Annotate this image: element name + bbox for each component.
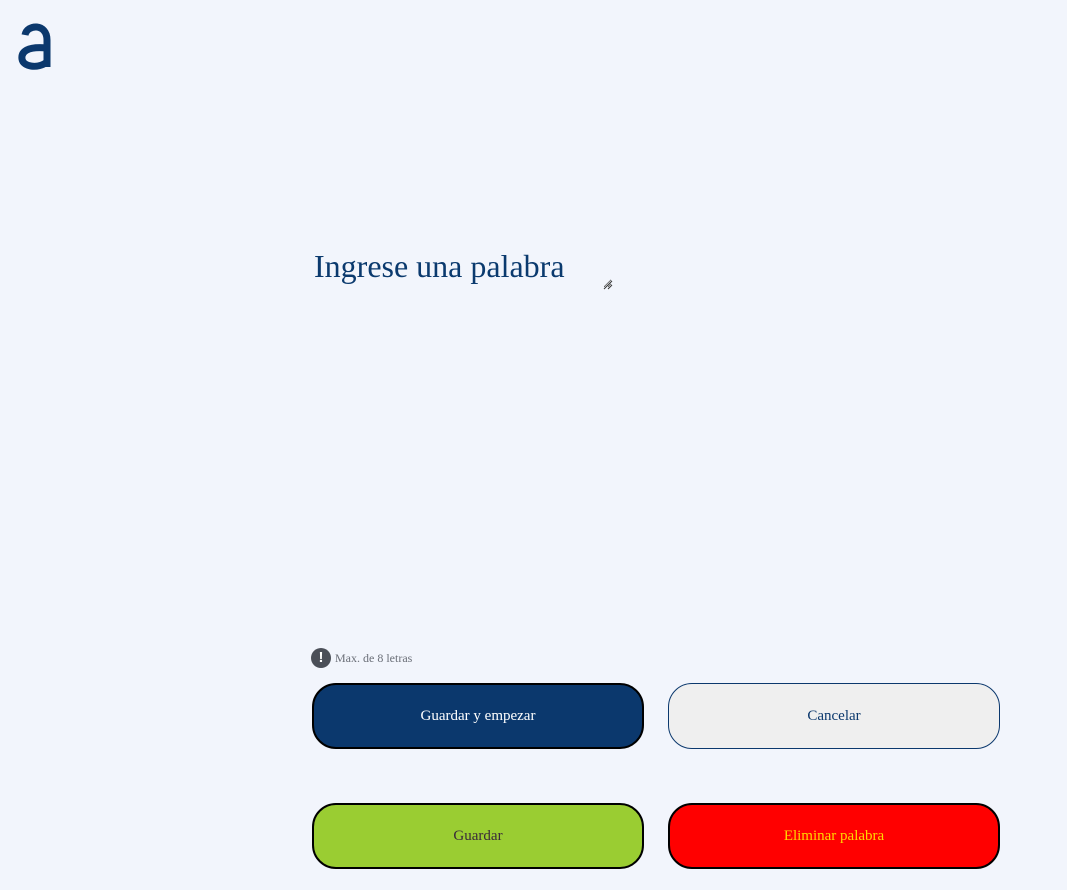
- save-and-start-button[interactable]: Guardar y empezar: [312, 683, 644, 749]
- exclamation-icon: !: [311, 648, 331, 668]
- delete-word-button[interactable]: Eliminar palabra: [668, 803, 1000, 869]
- word-length-hint: ! Max. de 8 letras: [311, 647, 412, 669]
- word-input[interactable]: [312, 244, 612, 288]
- cancel-button[interactable]: Cancelar: [668, 683, 1000, 749]
- word-input-container: [312, 244, 614, 290]
- hint-text: Max. de 8 letras: [335, 650, 413, 665]
- resize-handle-icon[interactable]: [602, 278, 614, 290]
- page: ! Max. de 8 letras Guardar y empezar Can…: [0, 0, 1067, 890]
- save-button[interactable]: Guardar: [312, 803, 644, 869]
- a-logo-icon: [18, 22, 54, 72]
